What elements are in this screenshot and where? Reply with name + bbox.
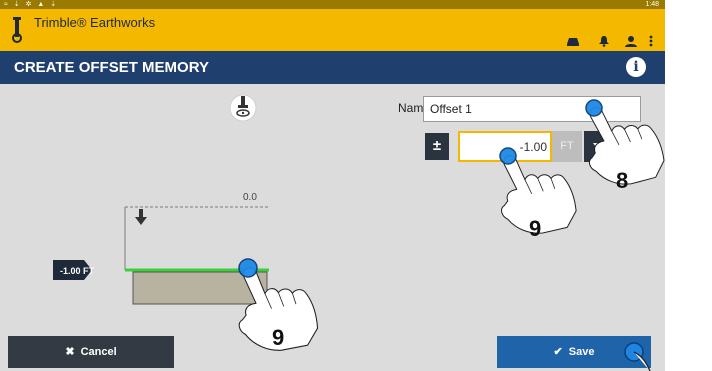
chevron-up-icon: [625, 143, 637, 151]
cancel-label: Cancel: [80, 346, 117, 358]
check-icon: ✔: [553, 346, 563, 358]
notification-bell-icon[interactable]: [597, 35, 611, 47]
increment-button[interactable]: [616, 131, 646, 162]
more-menu-icon[interactable]: [647, 35, 655, 47]
tablet-screen: ≈ ⇣ ✲ ▲ ⇣ 1:48 Trimble® Earthworks CREAT…: [0, 0, 665, 371]
info-icon[interactable]: i: [626, 57, 646, 77]
view-icon[interactable]: [229, 94, 257, 122]
save-label: Save: [568, 346, 595, 358]
cancel-button[interactable]: ✖ Cancel: [8, 336, 174, 368]
app-bar: Trimble® Earthworks: [0, 9, 665, 51]
sign-toggle-button[interactable]: ±: [425, 133, 449, 160]
name-input[interactable]: [423, 96, 641, 122]
status-icons: ≈ ⇣ ✲ ▲ ⇣: [4, 1, 59, 8]
page-title: CREATE OFFSET MEMORY: [14, 59, 209, 76]
app-title: Trimble® Earthworks: [34, 15, 156, 30]
status-time: 1:48: [645, 1, 659, 8]
android-status-bar: ≈ ⇣ ✲ ▲ ⇣ 1:48: [0, 0, 665, 9]
trimble-logo-icon: [12, 17, 22, 43]
arrow-down-icon: [135, 209, 147, 225]
reference-value-label: 0.0: [243, 192, 257, 203]
offset-marker: -1.00 FT: [53, 260, 95, 280]
unit-label: FT: [552, 131, 582, 162]
machine-icon[interactable]: [566, 35, 580, 47]
offset-marker-label: -1.00 FT: [60, 266, 95, 276]
material-layer: [132, 271, 268, 305]
save-button[interactable]: ✔ Save: [497, 336, 651, 368]
offset-input[interactable]: [458, 131, 552, 162]
chevron-down-icon: [593, 143, 605, 151]
user-icon[interactable]: [624, 35, 638, 47]
decrement-button[interactable]: [584, 131, 614, 162]
page-header: CREATE OFFSET MEMORY i: [0, 51, 665, 84]
close-icon: ✖: [65, 346, 75, 358]
